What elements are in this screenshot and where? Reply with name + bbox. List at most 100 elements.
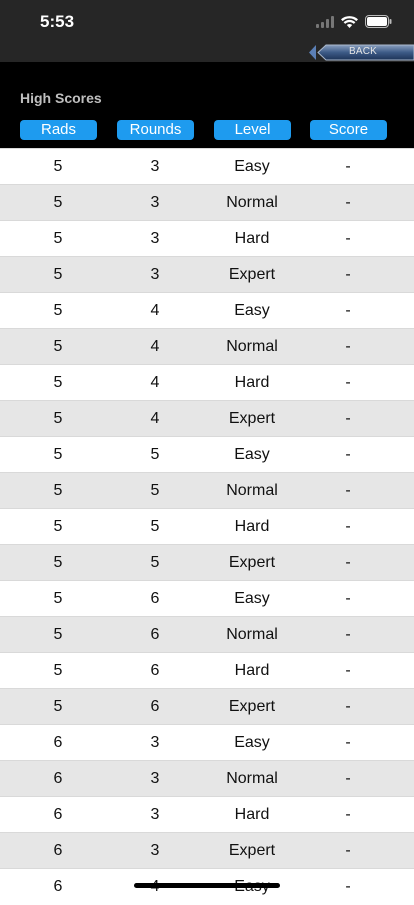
score-cell: - bbox=[345, 698, 351, 715]
wifi-icon bbox=[341, 15, 358, 33]
rounds-cell: 3 bbox=[150, 842, 160, 859]
status-time: 5:53 bbox=[40, 12, 75, 31]
score-cell: - bbox=[345, 842, 351, 859]
rounds-cell: 4 bbox=[150, 302, 160, 319]
table-row: 5 3 Hard - bbox=[0, 220, 414, 256]
level-cell: Expert bbox=[228, 698, 276, 715]
rads-cell: 5 bbox=[53, 338, 63, 355]
level-cell: Hard bbox=[234, 662, 270, 679]
level-cell: Expert bbox=[228, 842, 276, 859]
rounds-cell: 6 bbox=[150, 590, 160, 607]
level-cell: Easy bbox=[234, 590, 270, 607]
level-cell: Normal bbox=[226, 770, 278, 787]
score-cell: - bbox=[345, 806, 351, 823]
rads-cell: 5 bbox=[53, 626, 63, 643]
score-cell: - bbox=[345, 554, 351, 571]
table-row: 5 6 Expert - bbox=[0, 688, 414, 724]
rounds-cell: 6 bbox=[150, 698, 160, 715]
score-cell: - bbox=[345, 518, 351, 535]
rounds-cell: 4 bbox=[150, 410, 160, 427]
rounds-cell: 6 bbox=[150, 626, 160, 643]
rads-cell: 5 bbox=[53, 482, 63, 499]
level-cell: Hard bbox=[234, 374, 270, 391]
rounds-cell: 3 bbox=[150, 806, 160, 823]
rounds-cell: 3 bbox=[150, 266, 160, 283]
rounds-cell: 4 bbox=[150, 338, 160, 355]
score-cell: - bbox=[345, 374, 351, 391]
rounds-cell: 3 bbox=[150, 194, 160, 211]
score-cell: - bbox=[345, 410, 351, 427]
level-cell: Normal bbox=[226, 482, 278, 499]
rads-cell: 5 bbox=[53, 194, 63, 211]
level-cell: Expert bbox=[228, 410, 276, 427]
score-cell: - bbox=[345, 662, 351, 679]
table-row: 6 3 Normal - bbox=[0, 760, 414, 796]
rads-cell: 6 bbox=[53, 734, 63, 751]
table-row: 5 4 Normal - bbox=[0, 328, 414, 364]
score-cell: - bbox=[345, 266, 351, 283]
rounds-cell: 4 bbox=[150, 374, 160, 391]
rads-cell: 5 bbox=[53, 158, 63, 175]
table-row: 5 5 Easy - bbox=[0, 436, 414, 472]
column-header-score[interactable]: Score bbox=[310, 120, 387, 140]
rounds-cell: 5 bbox=[150, 482, 160, 499]
table-row: 5 4 Easy - bbox=[0, 292, 414, 328]
status-icons bbox=[316, 15, 392, 33]
rounds-cell: 3 bbox=[150, 158, 160, 175]
level-cell: Normal bbox=[226, 626, 278, 643]
rads-cell: 6 bbox=[53, 770, 63, 787]
rounds-cell: 6 bbox=[150, 662, 160, 679]
table-row: 5 6 Normal - bbox=[0, 616, 414, 652]
level-cell: Hard bbox=[234, 230, 270, 247]
score-cell: - bbox=[345, 734, 351, 751]
table-row: 5 5 Hard - bbox=[0, 508, 414, 544]
home-indicator bbox=[134, 883, 280, 888]
rads-cell: 5 bbox=[53, 662, 63, 679]
rounds-cell: 3 bbox=[150, 230, 160, 247]
rounds-cell: 3 bbox=[150, 770, 160, 787]
rads-cell: 6 bbox=[53, 842, 63, 859]
score-cell: - bbox=[345, 770, 351, 787]
status-bar: 5:53 bbox=[0, 0, 414, 44]
column-header-level[interactable]: Level bbox=[214, 120, 291, 140]
table-row: 5 4 Hard - bbox=[0, 364, 414, 400]
rounds-cell: 5 bbox=[150, 554, 160, 571]
column-header-rads[interactable]: Rads bbox=[20, 120, 97, 140]
score-cell: - bbox=[345, 878, 351, 895]
level-cell: Easy bbox=[234, 302, 270, 319]
rads-cell: 5 bbox=[53, 410, 63, 427]
column-header-rounds[interactable]: Rounds bbox=[117, 120, 194, 140]
table-row: 5 3 Easy - bbox=[0, 148, 414, 184]
level-cell: Expert bbox=[228, 554, 276, 571]
rounds-cell: 5 bbox=[150, 446, 160, 463]
rads-cell: 5 bbox=[53, 266, 63, 283]
rads-cell: 5 bbox=[53, 698, 63, 715]
rads-cell: 5 bbox=[53, 230, 63, 247]
table-row: 6 3 Hard - bbox=[0, 796, 414, 832]
rads-cell: 5 bbox=[53, 554, 63, 571]
level-cell: Normal bbox=[226, 338, 278, 355]
back-label: BACK bbox=[348, 46, 378, 57]
table-row: 5 3 Expert - bbox=[0, 256, 414, 292]
rads-cell: 6 bbox=[53, 806, 63, 823]
signal-icon bbox=[316, 15, 334, 33]
score-cell: - bbox=[345, 194, 351, 211]
score-cell: - bbox=[345, 158, 351, 175]
table-row: 6 3 Expert - bbox=[0, 832, 414, 868]
table-row: 5 6 Easy - bbox=[0, 580, 414, 616]
page-title: High Scores bbox=[20, 90, 102, 106]
score-cell: - bbox=[345, 230, 351, 247]
level-cell: Normal bbox=[226, 194, 278, 211]
rounds-cell: 5 bbox=[150, 518, 160, 535]
rounds-cell: 3 bbox=[150, 734, 160, 751]
high-scores-table[interactable]: 5 3 Easy -5 3 Normal -5 3 Hard -5 3 Expert -5 4 Easy -5… bbox=[0, 148, 414, 904]
rads-cell: 5 bbox=[53, 302, 63, 319]
score-cell: - bbox=[345, 446, 351, 463]
level-cell: Easy bbox=[234, 158, 270, 175]
table-row: 5 3 Normal - bbox=[0, 184, 414, 220]
table-row: 5 5 Expert - bbox=[0, 544, 414, 580]
table-row: 5 5 Normal - bbox=[0, 472, 414, 508]
score-cell: - bbox=[345, 482, 351, 499]
rads-cell: 5 bbox=[53, 590, 63, 607]
table-row: 6 3 Easy - bbox=[0, 724, 414, 760]
